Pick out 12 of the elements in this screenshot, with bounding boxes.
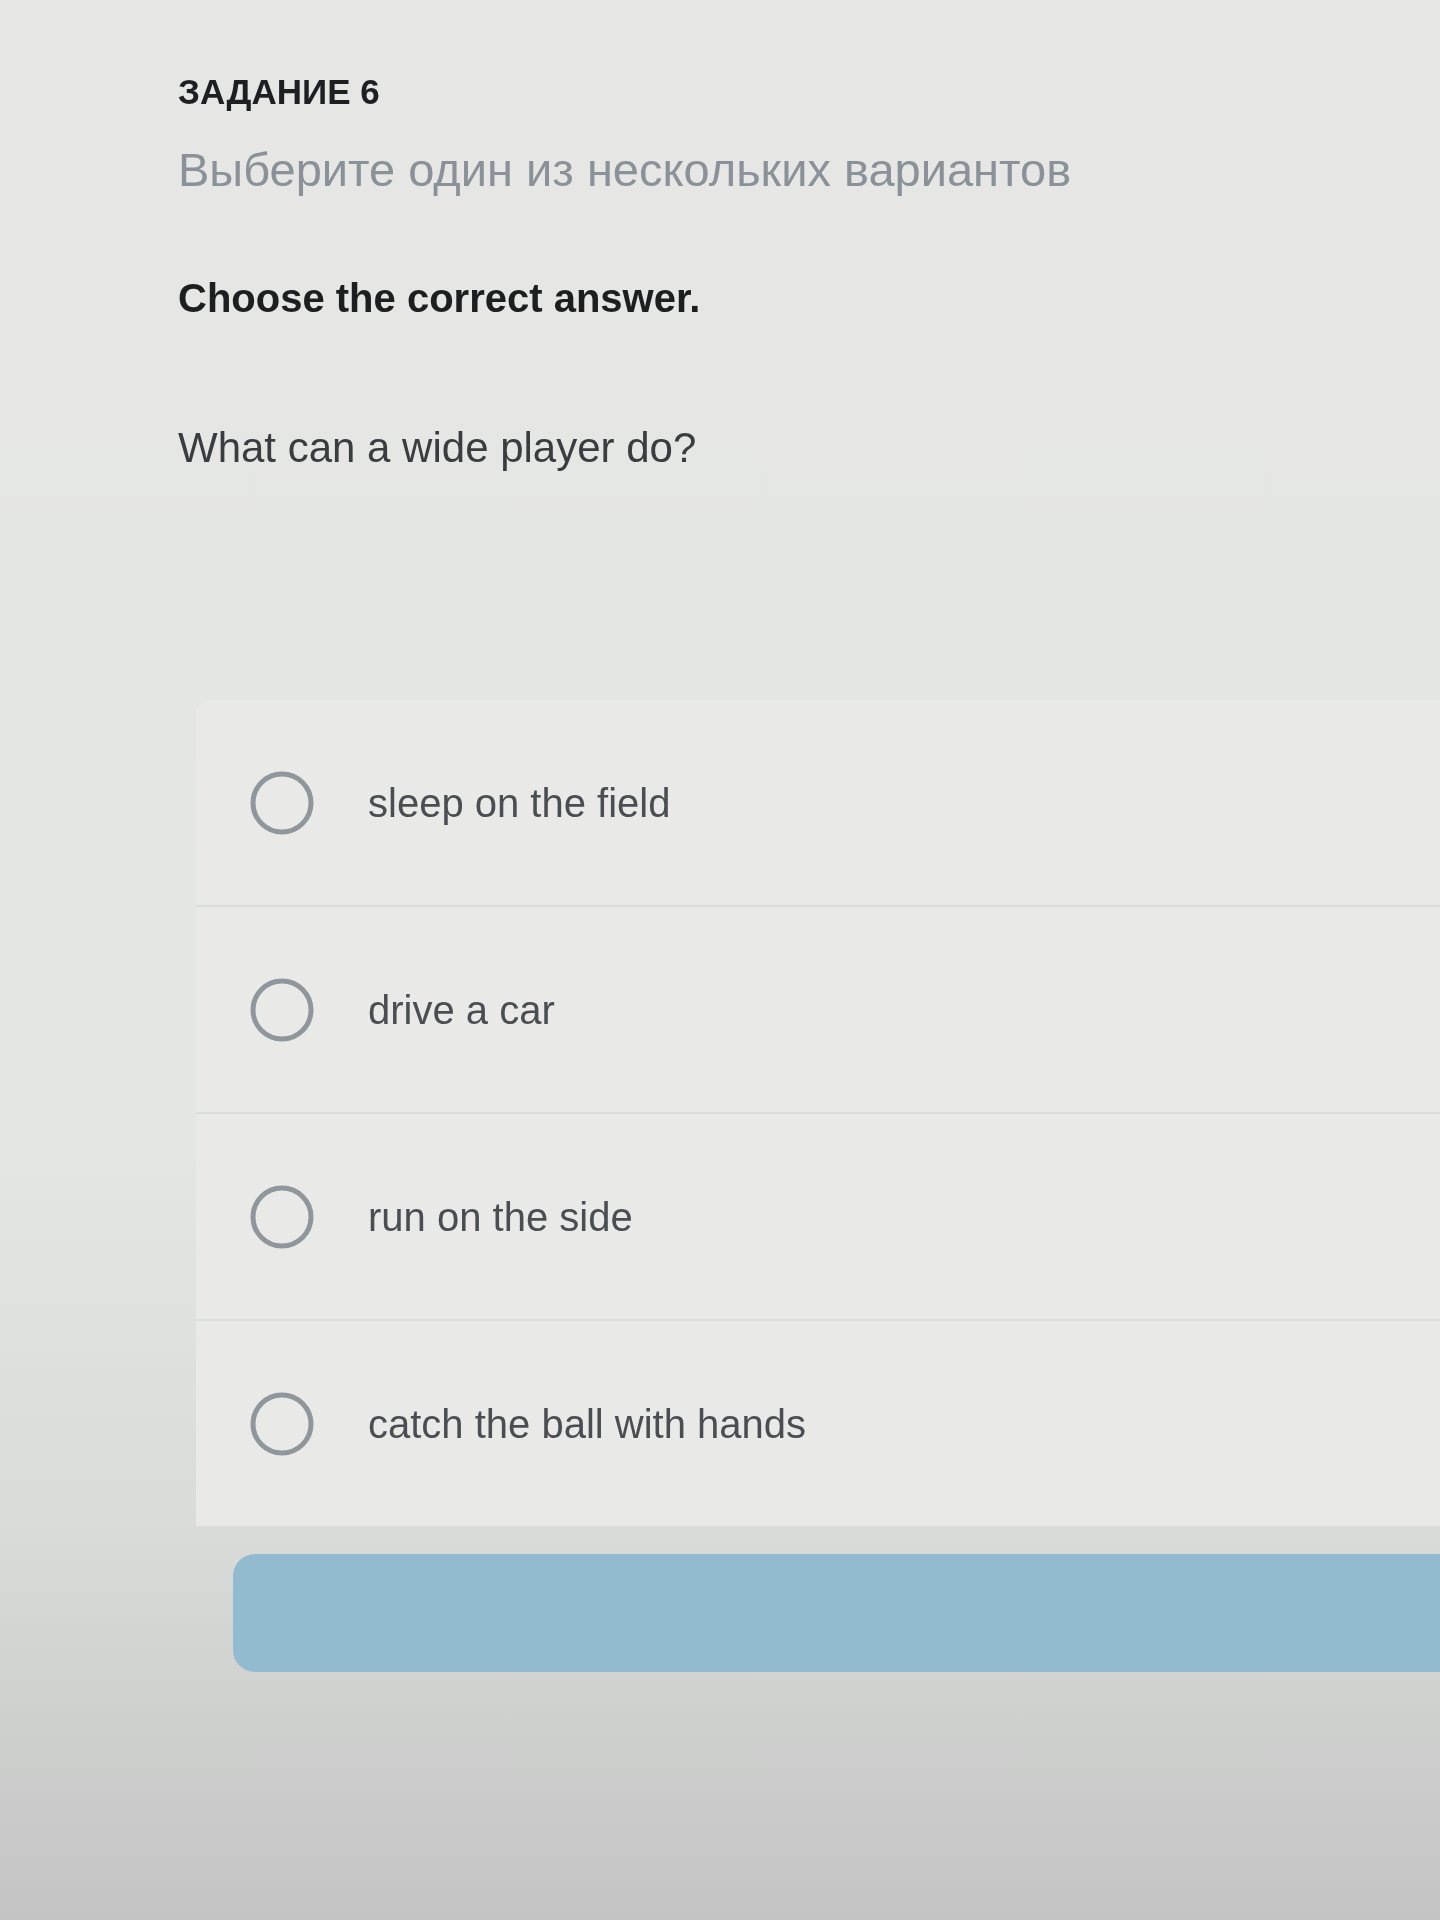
radio-button[interactable] xyxy=(250,770,314,835)
question-text: What can a wide player do? xyxy=(178,423,697,473)
option-label[interactable]: sleep on the field xyxy=(368,778,671,827)
task-subtitle: Выберите один из нескольких вариантов xyxy=(178,142,1072,198)
radio-button[interactable] xyxy=(250,1391,314,1456)
radio-button[interactable] xyxy=(250,1184,314,1249)
option-label[interactable]: drive a car xyxy=(368,985,555,1034)
task-title: ЗАДАНИЕ 6 xyxy=(178,71,380,113)
option-label[interactable]: catch the ball with hands xyxy=(368,1399,807,1448)
radio-button[interactable] xyxy=(250,977,314,1042)
instruction-text: Choose the correct answer. xyxy=(178,275,701,322)
option-label[interactable]: run on the side xyxy=(368,1192,633,1241)
